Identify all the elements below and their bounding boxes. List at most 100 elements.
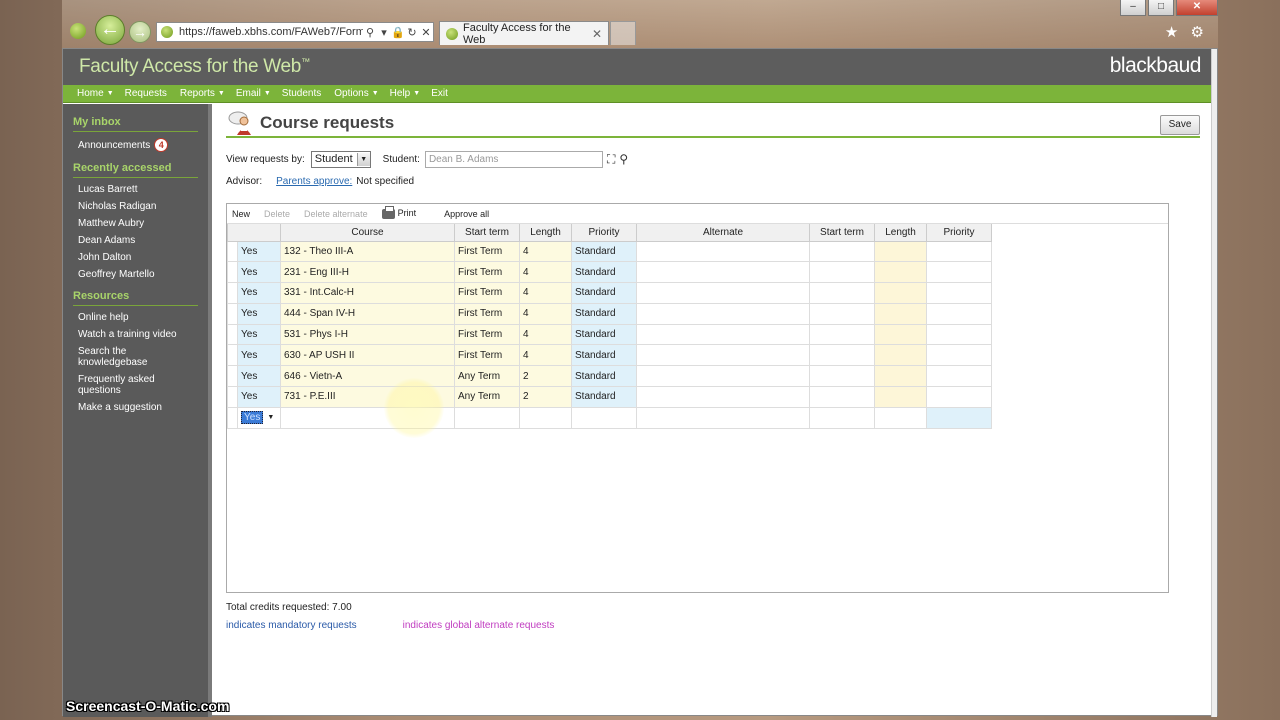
cell-empty[interactable] xyxy=(926,386,992,408)
menu-item-help[interactable]: Help xyxy=(390,88,411,99)
cell-empty[interactable] xyxy=(809,365,875,388)
parents-approve-link[interactable]: Parents approve: xyxy=(276,176,352,187)
row-selector[interactable] xyxy=(227,344,238,367)
cell-yes[interactable]: Yes xyxy=(237,302,281,325)
cell-empty[interactable] xyxy=(874,406,927,429)
search-icon[interactable]: ⚲ xyxy=(619,152,628,166)
url-text[interactable]: https://faweb.xbhs.com/FAWeb7/Form xyxy=(179,26,363,38)
column-header-priority[interactable]: Priority xyxy=(571,224,637,242)
sidebar-item-watch-a-training-video[interactable]: Watch a training video xyxy=(73,329,198,340)
cell-empty[interactable] xyxy=(636,323,810,346)
cell-term[interactable]: Any Term xyxy=(454,365,520,388)
cell-empty[interactable] xyxy=(519,406,572,429)
dropdown-icon[interactable]: ▾ xyxy=(377,26,391,39)
cell-yes[interactable]: Yes xyxy=(237,282,281,304)
menu-item-reports[interactable]: Reports xyxy=(180,88,215,99)
cell-length[interactable]: 4 xyxy=(519,302,572,325)
cell-length[interactable]: 4 xyxy=(519,261,572,284)
row-selector[interactable] xyxy=(227,365,238,388)
cell-priority[interactable]: Standard xyxy=(571,261,637,284)
menu-item-options[interactable]: Options xyxy=(334,88,368,99)
cell-empty[interactable] xyxy=(874,282,927,304)
column-header-length[interactable]: Length xyxy=(874,224,927,242)
cell-empty[interactable] xyxy=(454,406,520,429)
cell-empty[interactable] xyxy=(636,406,810,429)
sidebar-item-frequently-asked-questions[interactable]: Frequently asked questions xyxy=(73,374,198,396)
cell-yes[interactable]: Yes xyxy=(237,344,281,367)
sidebar-item-dean-adams[interactable]: Dean Adams xyxy=(73,235,198,246)
student-input[interactable]: Dean B. Adams xyxy=(424,150,603,168)
table-row[interactable]: Yes 444 - Span IV-H First Term 4 Standard xyxy=(227,302,992,325)
menu-item-students[interactable]: Students xyxy=(282,88,321,99)
column-header-approve[interactable] xyxy=(227,224,281,242)
sidebar-item-announcements[interactable]: Announcements 4 xyxy=(73,138,198,152)
row-selector[interactable] xyxy=(227,386,238,408)
table-row[interactable]: Yes 132 - Theo III-A First Term 4 Standard xyxy=(227,240,992,263)
approve-all-button[interactable]: Approve all xyxy=(444,209,489,219)
cell-yes[interactable]: Yes xyxy=(237,261,281,284)
search-icon[interactable]: ⚲ xyxy=(363,26,377,39)
table-row[interactable]: Yes 231 - Eng III-H First Term 4 Standard xyxy=(227,261,992,284)
save-button[interactable]: Save xyxy=(1160,115,1200,135)
row-selector[interactable] xyxy=(227,282,238,304)
column-header-length[interactable]: Length xyxy=(519,224,572,242)
table-row[interactable]: Yes 331 - Int.Calc-H First Term 4 Standard xyxy=(227,282,992,304)
cell-empty[interactable] xyxy=(926,323,992,346)
cell-course[interactable]: 444 - Span IV-H xyxy=(280,302,455,325)
column-header-course[interactable]: Course xyxy=(280,224,455,242)
browser-tab[interactable]: Faculty Access for the Web ✕ xyxy=(439,21,609,46)
sidebar-item-nicholas-radigan[interactable]: Nicholas Radigan xyxy=(73,201,198,212)
cell-term[interactable]: Any Term xyxy=(454,386,520,408)
sidebar-item-geoffrey-martello[interactable]: Geoffrey Martello xyxy=(73,269,198,280)
cell-length[interactable]: 4 xyxy=(519,323,572,346)
forward-button[interactable]: → xyxy=(129,21,151,43)
cell-term[interactable]: First Term xyxy=(454,344,520,367)
view-by-select[interactable]: Student ▼ xyxy=(310,150,371,168)
chevron-down-icon[interactable]: ▼ xyxy=(267,414,274,421)
row-selector[interactable] xyxy=(227,261,238,284)
table-row[interactable]: Yes 646 - Vietn-A Any Term 2 Standard xyxy=(227,365,992,388)
cell-course[interactable]: 531 - Phys I-H xyxy=(280,323,455,346)
cell-empty[interactable] xyxy=(926,261,992,284)
chevron-down-icon[interactable]: ▼ xyxy=(356,152,370,166)
cell-priority[interactable]: Standard xyxy=(571,302,637,325)
cell-empty[interactable] xyxy=(809,323,875,346)
print-button[interactable]: Print xyxy=(381,205,431,219)
cell-empty[interactable] xyxy=(809,386,875,408)
menu-item-email[interactable]: Email xyxy=(236,88,261,99)
column-header-alternate[interactable]: Alternate xyxy=(636,224,810,242)
cell-empty[interactable] xyxy=(874,261,927,284)
cell-empty[interactable] xyxy=(926,365,992,388)
table-row[interactable]: Yes 531 - Phys I-H First Term 4 Standard xyxy=(227,323,992,346)
table-row[interactable]: Yes 630 - AP USH II First Term 4 Standard xyxy=(227,344,992,367)
cell-empty[interactable] xyxy=(874,386,927,408)
cell-priority[interactable]: Standard xyxy=(571,323,637,346)
cell-empty[interactable] xyxy=(571,406,637,429)
cell-yes[interactable]: Yes xyxy=(237,365,281,388)
sidebar-item-lucas-barrett[interactable]: Lucas Barrett xyxy=(73,184,198,195)
column-header-start-term[interactable]: Start term xyxy=(454,224,520,242)
tab-close-icon[interactable]: ✕ xyxy=(592,27,602,41)
cell-empty[interactable] xyxy=(874,344,927,367)
sidebar-item-make-a-suggestion[interactable]: Make a suggestion xyxy=(73,402,198,413)
cell-length[interactable]: 4 xyxy=(519,240,572,263)
column-header-priority[interactable]: Priority xyxy=(926,224,992,242)
new-row-value[interactable]: Yes xyxy=(241,411,264,425)
lock-icon[interactable]: 🔒 xyxy=(391,26,405,39)
cell-empty[interactable] xyxy=(874,365,927,388)
cell-term[interactable]: First Term xyxy=(454,282,520,304)
cell-empty[interactable] xyxy=(874,323,927,346)
cell-empty[interactable] xyxy=(636,365,810,388)
cell-empty[interactable] xyxy=(809,261,875,284)
menu-item-requests[interactable]: Requests xyxy=(125,88,167,99)
new-request-row[interactable]: Yes ▼ xyxy=(227,406,992,429)
cell-priority[interactable]: Standard xyxy=(571,282,637,304)
address-bar[interactable]: https://faweb.xbhs.com/FAWeb7/Form ⚲ ▾ 🔒… xyxy=(156,22,434,42)
cell-empty[interactable] xyxy=(926,282,992,304)
cell-empty[interactable] xyxy=(636,386,810,408)
column-header-start-term[interactable]: Start term xyxy=(809,224,875,242)
new-row-approve-select[interactable]: Yes ▼ xyxy=(237,406,281,429)
cell-empty[interactable] xyxy=(874,240,927,263)
cell-empty[interactable] xyxy=(636,282,810,304)
cell-yes[interactable]: Yes xyxy=(237,386,281,408)
